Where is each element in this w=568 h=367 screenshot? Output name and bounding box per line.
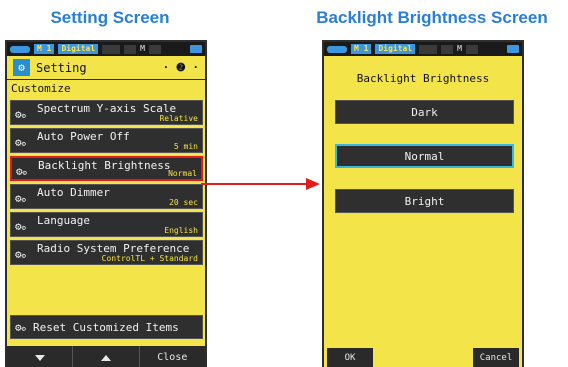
- memory-tag: M 1: [34, 44, 55, 54]
- status-block: [419, 44, 438, 54]
- scroll-down-button[interactable]: [7, 346, 74, 367]
- gear-icon: ⚙⚙: [15, 248, 26, 261]
- gear-icon: ⚙⚙: [16, 165, 27, 178]
- ok-button[interactable]: OK: [327, 347, 373, 367]
- transition-arrow-line: [201, 183, 308, 185]
- status-block: [124, 44, 137, 54]
- menu-item-value: Normal: [168, 169, 197, 178]
- triangle-down-icon: [34, 354, 45, 361]
- gear-icon: ⚙⚙: [15, 192, 26, 205]
- memory-tag: M 1: [351, 44, 372, 54]
- menu-item-value: 5 min: [173, 142, 198, 151]
- page-indicator: · ❷ ·: [162, 61, 199, 74]
- menu-item-value: 20 sec: [169, 198, 198, 207]
- menu-item-label: Auto Dimmer: [37, 186, 110, 199]
- status-block: [441, 44, 454, 54]
- gear-icon: ⚙⚙: [15, 220, 26, 233]
- reset-customized-items-button[interactable]: ⚙⚙ Reset Customized Items: [10, 315, 203, 339]
- status-bar: M 1 Digital M: [7, 42, 205, 56]
- cancel-button[interactable]: Cancel: [473, 347, 519, 367]
- setting-screen-heading: Setting Screen: [50, 8, 170, 27]
- battery-mode-indicator: [10, 45, 30, 53]
- backlight-screen-heading: Backlight Brightness Screen: [316, 8, 548, 27]
- menu-item-backlight-brightness[interactable]: ⚙⚙ Backlight Brightness Normal: [10, 156, 203, 181]
- marker-indicator: M: [457, 44, 462, 53]
- setting-screen: M 1 Digital M ⚙ Setting · ❷ · Customize …: [5, 40, 207, 367]
- bottom-button-bar: Close: [7, 346, 205, 367]
- title-bar: ⚙ Setting · ❷ ·: [7, 56, 205, 80]
- menu-item-value: Relative: [159, 114, 198, 123]
- battery-mode-indicator: [327, 45, 347, 53]
- menu-item-value: ControlTL + Standard: [101, 254, 198, 263]
- close-button[interactable]: Close: [140, 346, 205, 367]
- status-block: [102, 44, 121, 54]
- gear-icon: ⚙⚙: [15, 108, 26, 121]
- mode-label: Digital: [58, 44, 99, 54]
- status-block: [149, 44, 161, 54]
- menu-item-auto-dimmer[interactable]: ⚙⚙ Auto Dimmer 20 sec: [10, 184, 203, 209]
- status-block: [466, 44, 478, 54]
- marker-indicator: M: [140, 44, 145, 53]
- gear-icon: ⚙⚙: [15, 136, 26, 149]
- backlight-brightness-screen: M 1 Digital M Backlight Brightness Dark …: [322, 40, 524, 367]
- transition-arrow-icon: [306, 178, 320, 190]
- menu-item-language[interactable]: ⚙⚙ Language English: [10, 212, 203, 237]
- menu-item-label: Auto Power Off: [37, 130, 130, 143]
- menu-item-value: English: [164, 226, 198, 235]
- triangle-up-icon: [100, 354, 111, 361]
- battery-icon: [507, 45, 519, 53]
- bottom-button-bar: OK Cancel: [324, 346, 522, 367]
- menu-item-radio-system-preference[interactable]: ⚙⚙ Radio System Preference ControlTL + S…: [10, 240, 203, 265]
- gear-icon: ⚙⚙: [15, 321, 26, 334]
- status-bar: M 1 Digital M: [324, 42, 522, 56]
- menu-item-auto-power-off[interactable]: ⚙⚙ Auto Power Off 5 min: [10, 128, 203, 153]
- menu-item-label: Backlight Brightness: [38, 159, 171, 172]
- menu-item-spectrum-y-axis-scale[interactable]: ⚙⚙ Spectrum Y-axis Scale Relative: [10, 100, 203, 125]
- menu-item-label: Language: [37, 214, 90, 227]
- section-label-customize: Customize: [11, 82, 71, 95]
- reset-label: Reset Customized Items: [33, 321, 179, 334]
- scroll-up-button[interactable]: [73, 346, 140, 367]
- option-normal[interactable]: Normal: [335, 144, 514, 168]
- option-dark[interactable]: Dark: [335, 100, 514, 124]
- menu-item-label: Spectrum Y-axis Scale: [37, 102, 177, 115]
- option-bright[interactable]: Bright: [335, 189, 514, 213]
- page-title: Backlight Brightness: [356, 72, 490, 85]
- settings-app-icon: ⚙: [13, 59, 30, 76]
- page-title: Setting: [36, 60, 87, 75]
- battery-icon: [190, 45, 202, 53]
- mode-label: Digital: [375, 44, 416, 54]
